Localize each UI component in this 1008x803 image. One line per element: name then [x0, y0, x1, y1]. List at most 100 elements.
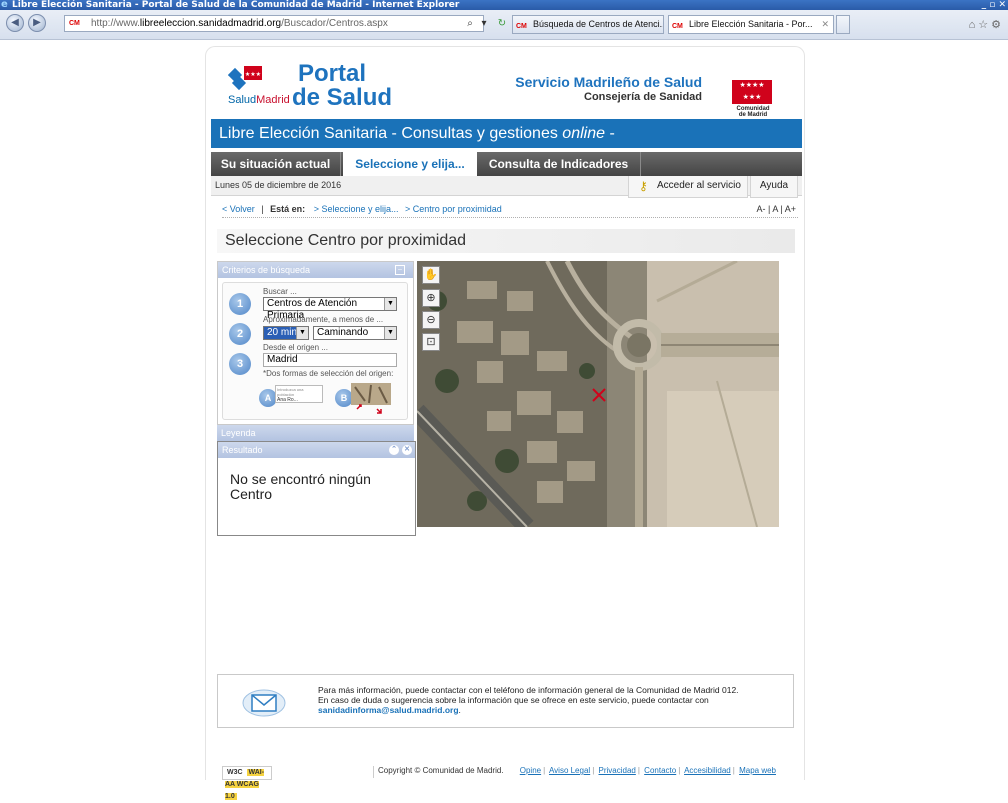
url-host: libreeleccion.sanidadmadrid.org: [139, 18, 282, 29]
aerial-map[interactable]: ✋ ⊕ ⊖ ⊡: [417, 261, 779, 527]
footer-link-opine[interactable]: Opine: [520, 766, 541, 775]
browser-right-buttons: ⌂☆⚙: [969, 18, 1004, 31]
page-banner: Libre Elección Sanitaria - Consultas y g…: [211, 119, 802, 148]
zoom-in-icon[interactable]: ⊕: [422, 289, 440, 307]
footer-link-accesibilidad[interactable]: Accesibilidad: [684, 766, 731, 775]
footer-link-privacidad[interactable]: Privacidad: [599, 766, 636, 775]
result-panel: Resultado ⌃ ✕ No se encontró ningún Cent…: [217, 441, 416, 536]
breadcrumb-separator: |: [261, 204, 264, 214]
settings-gear-icon[interactable]: ⚙: [991, 19, 1004, 31]
contact-line1: Para más información, puede contactar co…: [318, 685, 739, 695]
browser-tab-busqueda[interactable]: CM Búsqueda de Centros de Atenci...: [512, 15, 664, 34]
breadcrumb-seleccione[interactable]: > Seleccione y elija...: [314, 204, 399, 214]
current-date: Lunes 05 de diciembre de 2016: [215, 180, 342, 190]
w3c-wai-badge[interactable]: W3C WAI-AA WCAG 1.0: [222, 766, 272, 800]
mini-field-hint: Introduzca una población: [277, 387, 304, 397]
zoom-box-icon[interactable]: ⊡: [422, 333, 440, 351]
transport-mode-select[interactable]: Caminando ▼: [313, 326, 397, 340]
breadcrumb-centro-proximidad[interactable]: > Centro por proximidad: [405, 204, 502, 214]
url-prefix: http://www.: [91, 18, 140, 29]
mini-field-value: Ana Ro...: [277, 397, 298, 403]
tab-label: Libre Elección Sanitaria - Por...: [689, 19, 813, 29]
footer-links: Copyright © Comunidad de Madrid. Opine | …: [373, 766, 803, 778]
svg-text:★★★: ★★★: [245, 71, 261, 78]
service-heading: Servicio Madrileño de Salud Consejería d…: [510, 74, 702, 103]
close-tab-icon[interactable]: ✕: [821, 16, 829, 33]
footer-link-mapa-web[interactable]: Mapa web: [739, 766, 776, 775]
criteria-title: Criterios de búsqueda: [222, 265, 311, 275]
pan-hand-icon[interactable]: ✋: [422, 266, 440, 284]
forward-arrow-icon[interactable]: ▶: [28, 14, 46, 32]
option-a-preview[interactable]: Introduzca una población Ana Ro...: [275, 385, 323, 403]
site-favicon-icon: CM: [69, 20, 80, 27]
portal-de-salud-logo[interactable]: ★★★ SaludMadrid Portal de Salud: [220, 60, 400, 112]
new-tab-button[interactable]: [836, 15, 850, 34]
origin-input[interactable]: Madrid: [263, 353, 397, 367]
criteria-form: 1 Buscar ... Centros de Atención Primari…: [222, 282, 408, 420]
option-b-map-preview-icon[interactable]: [351, 383, 393, 417]
criteria-header: Criterios de búsqueda –: [218, 262, 413, 278]
internet-explorer-icon: e: [1, 0, 8, 10]
window-title-bar: e Libre Elección Sanitaria - Portal de S…: [0, 0, 1008, 10]
favorites-star-icon[interactable]: ☆: [978, 19, 991, 31]
browser-toolbar: ◀ ▶ CM http://www.libreeleccion.sanidadm…: [0, 10, 1008, 40]
tab-consulta-indicadores[interactable]: Consulta de Indicadores: [477, 152, 641, 176]
dropdown-icon[interactable]: ▾: [476, 15, 492, 32]
back-arrow-icon[interactable]: ◀: [6, 14, 24, 32]
cm-line2: de Madrid: [738, 112, 768, 118]
salud-madrid-emblem-icon: ★★★: [228, 66, 262, 91]
contact-line2: En caso de duda o sugerencia sobre la in…: [318, 695, 709, 705]
madrid-flag-icon: ★★★★ ★★★: [732, 80, 772, 104]
comunidad-de-madrid-logo[interactable]: ★★★★ ★★★ Comunidad de Madrid: [732, 80, 774, 118]
result-header: Resultado ⌃ ✕: [218, 442, 415, 458]
step-1-icon: 1: [229, 293, 251, 315]
contact-info-box: Para más información, puede contactar co…: [217, 674, 794, 728]
collapse-icon[interactable]: –: [395, 265, 405, 275]
back-link[interactable]: < Volver: [222, 204, 255, 214]
footer-link-aviso-legal[interactable]: Aviso Legal: [549, 766, 590, 775]
salud-madrid-text: SaludMadrid: [228, 94, 290, 106]
main-tabs: Su situación actual Seleccione y elija..…: [211, 152, 802, 176]
breadcrumb-you-are: Está en:: [270, 204, 306, 214]
refresh-icon[interactable]: ↻: [494, 15, 510, 32]
center-type-select[interactable]: Centros de Atención Primaria ▼: [263, 297, 397, 321]
chevron-down-icon: ▼: [296, 327, 308, 339]
legend-panel[interactable]: Leyenda: [217, 425, 414, 441]
step-3-icon: 3: [229, 353, 251, 375]
url-path: /Buscador/Centros.aspx: [281, 18, 388, 29]
department-name: Consejería de Sanidad: [584, 91, 702, 103]
legend-header: Leyenda: [217, 425, 414, 441]
access-label: Acceder al servicio: [657, 180, 741, 191]
window-title: Libre Elección Sanitaria - Portal de Sal…: [12, 0, 460, 10]
collapse-up-icon[interactable]: ⌃: [389, 445, 399, 455]
search-criteria-panel: Criterios de búsqueda – 1 Buscar ... Cen…: [217, 261, 414, 425]
window-controls[interactable]: _ ▫ ✕: [982, 0, 1006, 10]
access-service-button[interactable]: ⚷ Acceder al servicio: [628, 176, 748, 198]
minutes-select[interactable]: 20 min ▼: [263, 326, 309, 340]
service-name: Servicio Madrileño de Salud: [515, 74, 702, 90]
tab-su-situacion[interactable]: Su situación actual: [211, 152, 341, 176]
envelope-icon: [242, 689, 286, 717]
contact-text: Para más información, puede contactar co…: [318, 685, 739, 715]
contact-email-link[interactable]: sanidadinforma@salud.madrid.org: [318, 705, 459, 715]
satellite-imagery[interactable]: [417, 261, 779, 527]
font-size-controls[interactable]: A- | A | A+: [757, 204, 796, 214]
help-button[interactable]: Ayuda: [750, 176, 798, 198]
footer-link-contacto[interactable]: Contacto: [644, 766, 676, 775]
search-label: Buscar ...: [263, 287, 297, 296]
tab-favicon-icon: CM: [672, 23, 683, 30]
close-icon[interactable]: ✕: [402, 445, 412, 455]
selection-forms-note: *Dos formas de selección del origen:: [263, 369, 394, 378]
address-bar[interactable]: CM http://www.libreeleccion.sanidadmadri…: [64, 15, 484, 32]
tab-favicon-icon: CM: [516, 23, 527, 30]
result-title: Resultado: [222, 445, 263, 455]
zoom-out-icon[interactable]: ⊖: [422, 311, 440, 329]
step-2-icon: 2: [229, 323, 251, 345]
tab-label: Búsqueda de Centros de Atenci...: [533, 19, 664, 29]
key-icon: ⚷: [639, 179, 648, 193]
chevron-down-icon: ▼: [384, 327, 396, 339]
home-icon[interactable]: ⌂: [969, 19, 979, 31]
tab-seleccione-y-elija[interactable]: Seleccione y elija...: [343, 152, 477, 176]
browser-tab-libre-eleccion[interactable]: CM Libre Elección Sanitaria - Por... ✕: [668, 15, 834, 34]
page-title: Seleccione Centro por proximidad: [217, 229, 795, 253]
